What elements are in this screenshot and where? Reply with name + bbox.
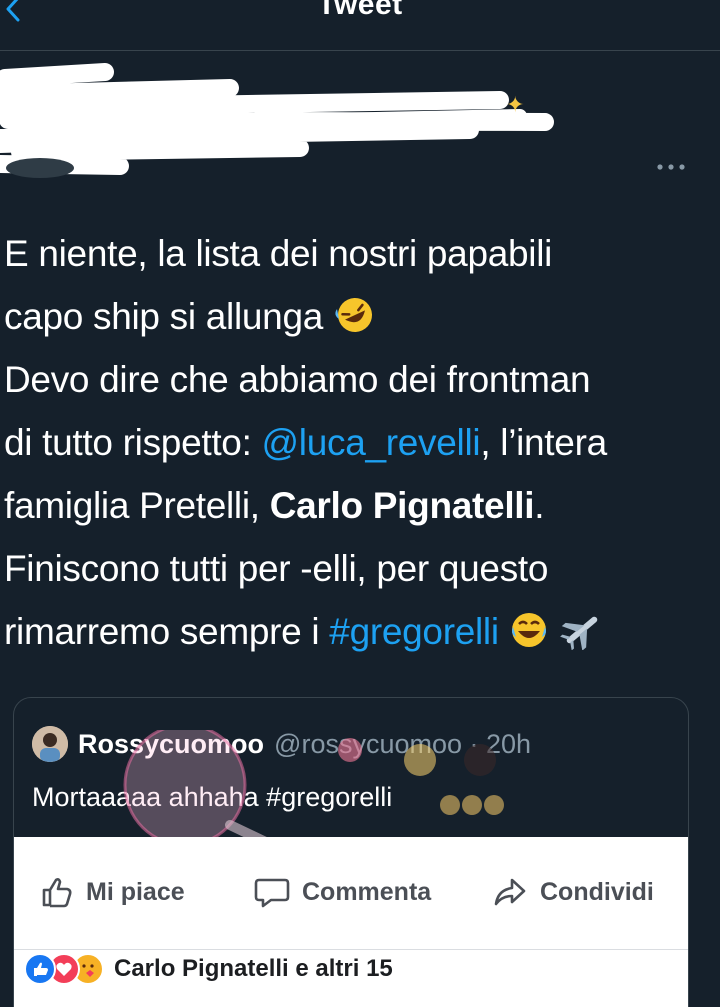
comment-button[interactable]: Commenta — [254, 869, 431, 915]
like-reaction-icon — [24, 953, 56, 985]
thumbs-up-icon — [42, 878, 72, 908]
redaction-scribble: ✦ — [0, 63, 554, 178]
quoted-author-name[interactable]: Rossycuomoo — [78, 729, 264, 759]
share-button[interactable]: Condividi — [492, 869, 654, 915]
comment-bubble-icon — [254, 878, 290, 908]
tweet-line: E niente, la lista dei nostri papabili — [4, 233, 553, 274]
page-title: Tweet — [317, 0, 403, 21]
tweet-line: famiglia Pretelli, Carlo Pignatelli. — [4, 485, 545, 526]
tweet-screen: Tweet ✦ E niente, la lista dei nostri pa… — [0, 0, 720, 1007]
quoted-tweet-header: Rossycuomoo @rossycuomoo · 20h — [32, 726, 672, 762]
reactions-text: Carlo Pignatelli e altri 15 — [114, 955, 393, 982]
facebook-actions: Mi piace Commenta Condividi — [14, 869, 688, 915]
tweet-line: di tutto rispetto: @luca_revelli, l’inte… — [4, 422, 607, 463]
facebook-action-panel: Mi piace Commenta Condividi Carlo Pignat… — [14, 837, 688, 1007]
redacted-author: ✦ — [0, 60, 685, 190]
tweet-line: capo ship si allunga — [4, 285, 704, 348]
tears-of-joy-emoji-icon — [511, 613, 546, 648]
tweet-line: rimarremo sempre i #gregorelli — [4, 600, 704, 663]
tweet-text: E niente, la lista dei nostri papabili c… — [4, 222, 704, 663]
mention-link[interactable]: @luca_revelli — [262, 422, 481, 463]
like-button[interactable]: Mi piace — [40, 869, 185, 915]
share-arrow-icon — [494, 878, 526, 906]
quoted-tweet-text: Mortaaaaa ahhaha #gregorelli — [32, 782, 393, 812]
bold-name: Carlo Pignatelli — [269, 485, 535, 526]
quoted-author-handle: @rossycuomoo · 20h — [274, 729, 532, 759]
rolling-laughing-emoji-icon — [335, 298, 372, 333]
avatar[interactable] — [32, 726, 68, 762]
reactions-summary[interactable]: Carlo Pignatelli e altri 15 — [24, 951, 393, 987]
tweet-line: Finiscono tutti per -elli, per questo — [4, 548, 549, 589]
avatar-image-icon — [32, 726, 68, 762]
tweet-line: Devo dire che abbiamo dei frontman — [4, 359, 591, 400]
airplane-emoji-icon — [559, 616, 598, 651]
top-bar: Tweet — [0, 0, 720, 51]
divider — [14, 949, 688, 950]
hashtag-link[interactable]: #gregorelli — [329, 611, 499, 652]
svg-text:✦: ✦ — [506, 92, 524, 117]
more-horizontal-icon[interactable] — [655, 158, 689, 176]
